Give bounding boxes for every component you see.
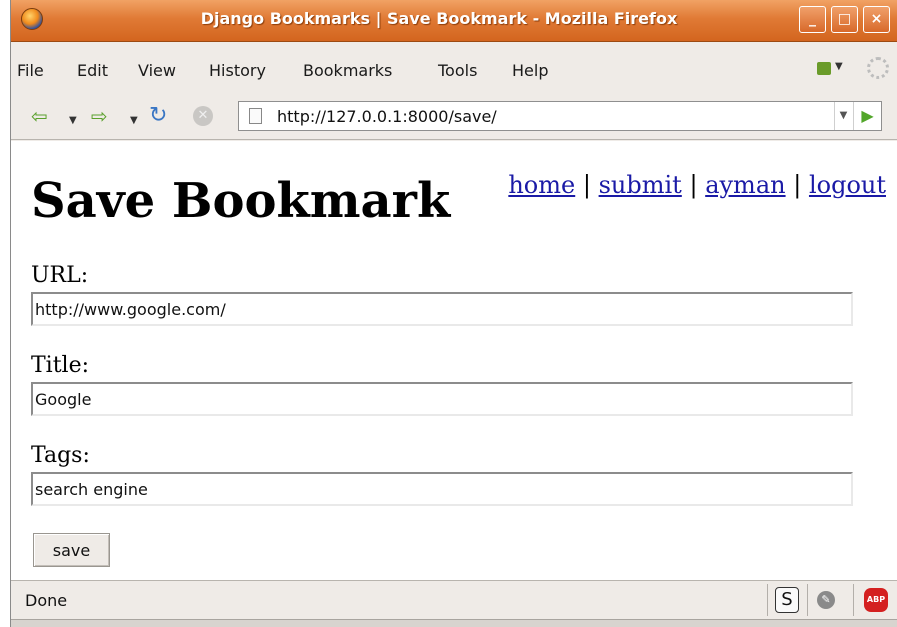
- menu-tools[interactable]: Tools: [438, 61, 477, 80]
- reload-icon[interactable]: ↻: [149, 105, 167, 127]
- back-history-chevron-icon[interactable]: ▼: [69, 111, 77, 131]
- maximize-button[interactable]: □: [831, 6, 858, 33]
- back-arrow-icon[interactable]: ⇦: [31, 106, 48, 126]
- site-nav: home | submit | ayman | logout: [508, 171, 886, 199]
- stop-icon[interactable]: ✕: [193, 106, 213, 126]
- url-field[interactable]: [31, 292, 853, 326]
- screenshot-addon-icon[interactable]: ▼: [817, 59, 843, 79]
- window-title: Django Bookmarks | Save Bookmark - Mozil…: [200, 9, 678, 28]
- nav-separator: |: [582, 171, 591, 199]
- menu-edit[interactable]: Edit: [77, 61, 108, 80]
- status-divider: [853, 584, 854, 616]
- url-label: URL:: [31, 263, 89, 288]
- user-link[interactable]: ayman: [705, 171, 785, 199]
- go-icon[interactable]: ▶: [853, 102, 881, 130]
- page-icon: [249, 108, 262, 124]
- browser-window: Django Bookmarks | Save Bookmark - Mozil…: [10, 0, 897, 627]
- menu-help[interactable]: Help: [512, 61, 548, 80]
- s-addon-icon[interactable]: S: [775, 587, 799, 613]
- menu-view[interactable]: View: [138, 61, 176, 80]
- forward-arrow-icon[interactable]: ⇨: [91, 106, 108, 126]
- menu-file[interactable]: File: [17, 61, 44, 80]
- url-history-chevron-icon[interactable]: ▼: [834, 102, 852, 130]
- menu-bookmarks[interactable]: Bookmarks: [303, 61, 392, 80]
- nav-separator: |: [793, 171, 802, 199]
- submit-link[interactable]: submit: [599, 171, 682, 199]
- camera-icon: [817, 62, 831, 75]
- page-content: Save Bookmark home | submit | ayman | lo…: [11, 141, 897, 580]
- status-bar: Done S ✎ ABP: [11, 580, 897, 619]
- title-field[interactable]: [31, 382, 853, 416]
- menu-bar: File Edit View History Bookmarks Tools H…: [11, 43, 897, 91]
- nav-separator: |: [689, 171, 698, 199]
- page-title: Save Bookmark: [31, 173, 451, 229]
- chevron-down-icon: ▼: [835, 61, 843, 72]
- address-bar[interactable]: ▼ ▶: [238, 101, 882, 131]
- home-link[interactable]: home: [508, 171, 575, 199]
- menu-history[interactable]: History: [209, 61, 266, 80]
- logout-link[interactable]: logout: [809, 171, 886, 199]
- window-bottom-edge: [11, 619, 897, 627]
- navigation-toolbar: ⇦ ▼ ⇨ ▼ ↻ ✕ ▼ ▶: [11, 92, 897, 140]
- title-bar[interactable]: Django Bookmarks | Save Bookmark - Mozil…: [11, 0, 897, 42]
- pen-icon[interactable]: ✎: [817, 591, 835, 609]
- activity-throbber-icon: [867, 57, 889, 79]
- status-divider: [807, 584, 808, 616]
- url-input[interactable]: [277, 104, 837, 128]
- adblock-plus-icon[interactable]: ABP: [864, 588, 888, 612]
- status-text: Done: [25, 591, 68, 610]
- tags-label: Tags:: [31, 443, 90, 468]
- forward-history-chevron-icon[interactable]: ▼: [130, 111, 138, 131]
- minimize-button[interactable]: _: [799, 6, 826, 33]
- title-label: Title:: [31, 353, 90, 378]
- status-divider: [767, 584, 768, 616]
- tags-field[interactable]: [31, 472, 853, 506]
- close-button[interactable]: ×: [863, 6, 890, 33]
- save-button[interactable]: save: [33, 533, 110, 567]
